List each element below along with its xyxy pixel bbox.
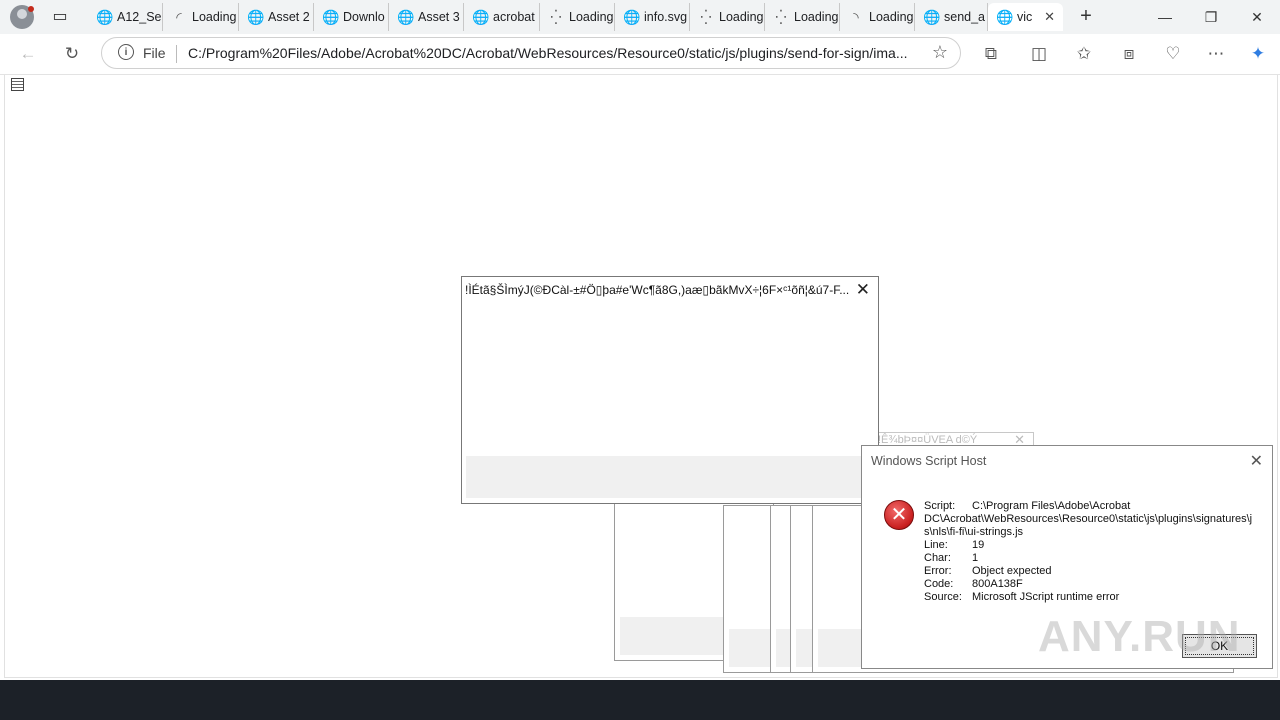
browser-toolbar: ← ↻ i File C:/Program%20Files/Adobe/Acro… bbox=[0, 34, 1280, 75]
tab-10[interactable]: ◝ Loading bbox=[840, 3, 915, 31]
globe-icon: 🌐 bbox=[96, 8, 114, 25]
tab-title: Asset 2 bbox=[268, 10, 310, 24]
favorite-star-icon[interactable]: ☆ bbox=[932, 42, 948, 63]
dialog-title: Windows Script Host bbox=[871, 454, 987, 468]
tab-title: vic bbox=[1017, 10, 1033, 24]
loading-icon: ⁛ bbox=[550, 8, 562, 25]
tab-title: Asset 3 bbox=[418, 10, 460, 24]
url-scheme: File bbox=[143, 45, 166, 61]
close-window-button[interactable]: ✕ bbox=[1242, 6, 1272, 28]
char-value: 1 bbox=[972, 552, 979, 564]
error-details: Script: C:\Program Files\Adobe\Acrobat DC… bbox=[924, 500, 1254, 604]
taskbar bbox=[0, 680, 1280, 720]
tab-12[interactable]: 🌐 vic ✕ bbox=[988, 3, 1063, 31]
close-tab-icon[interactable]: ✕ bbox=[1044, 9, 1055, 25]
tab-8[interactable]: ⁛ Loading bbox=[690, 3, 765, 31]
address-bar[interactable]: i File C:/Program%20Files/Adobe/Acrobat%… bbox=[101, 37, 961, 69]
char-label: Char: bbox=[924, 552, 951, 564]
loading-icon: ⁛ bbox=[775, 8, 787, 25]
globe-icon: 🌐 bbox=[472, 8, 490, 25]
loading-icon: ⁛ bbox=[700, 8, 712, 25]
tab-4[interactable]: 🌐 Asset 3 bbox=[389, 3, 464, 31]
watermark-logo: ANY.RUN bbox=[1038, 612, 1241, 661]
profile-notification-dot bbox=[28, 6, 34, 12]
tab-title: Loading bbox=[192, 10, 237, 24]
tab-title: acrobat bbox=[493, 10, 535, 24]
split-screen-icon[interactable]: ◫ bbox=[1026, 42, 1052, 66]
script-label: Script: bbox=[924, 500, 956, 512]
tab-title: send_a bbox=[944, 10, 986, 24]
globe-icon: 🌐 bbox=[397, 8, 415, 25]
tab-title: info.svg bbox=[644, 10, 688, 24]
globe-icon: 🌐 bbox=[247, 8, 265, 25]
garbled-message-box: !ÌÉtã§ŠÌmýJ(©ÐCàl-±#Ö▯þa#e'Wc¶ã8G,)aæ▯bã… bbox=[461, 276, 879, 504]
code-value: 800A138F bbox=[972, 578, 1023, 590]
new-tab-button[interactable]: + bbox=[1075, 6, 1097, 28]
loading-icon: ◜ bbox=[176, 8, 182, 25]
url-separator bbox=[176, 45, 177, 63]
browser-essentials-icon[interactable]: ♡ bbox=[1160, 42, 1186, 66]
tab-title: Loading bbox=[794, 10, 839, 24]
tab-title: Loading bbox=[719, 10, 764, 24]
globe-icon: 🌐 bbox=[923, 8, 941, 25]
tab-title: A12_Sel bbox=[117, 10, 162, 24]
close-icon[interactable]: ✕ bbox=[1250, 451, 1263, 471]
globe-icon: 🌐 bbox=[623, 8, 641, 25]
script-value-2: DC\Acrobat\WebResources\Resource0\static… bbox=[924, 513, 1253, 538]
extensions-icon[interactable]: ⧉ bbox=[978, 42, 1004, 66]
broken-image-icon bbox=[11, 78, 24, 91]
tab-title: Loading bbox=[569, 10, 614, 24]
minimize-button[interactable]: — bbox=[1150, 6, 1180, 28]
line-label: Line: bbox=[924, 539, 948, 551]
globe-icon: 🌐 bbox=[322, 8, 340, 25]
message-box-title: !ÌÉtã§ŠÌmýJ(©ÐCàl-±#Ö▯þa#e'Wc¶ã8G,)aæ▯bã… bbox=[465, 283, 849, 297]
close-icon[interactable]: ✕ bbox=[856, 280, 870, 300]
error-value: Object expected bbox=[972, 565, 1052, 577]
copilot-icon[interactable]: ✦ bbox=[1245, 42, 1271, 66]
back-arrow-icon[interactable]: ← bbox=[15, 42, 41, 66]
source-label: Source: bbox=[924, 591, 962, 603]
tab-title: Loading bbox=[869, 10, 914, 24]
loading-icon: ◝ bbox=[853, 8, 859, 25]
tab-9[interactable]: ⁛ Loading bbox=[765, 3, 840, 31]
globe-icon: 🌐 bbox=[996, 8, 1014, 25]
tab-2[interactable]: 🌐 Asset 2 bbox=[239, 3, 314, 31]
code-label: Code: bbox=[924, 578, 954, 590]
tab-6[interactable]: ⁛ Loading bbox=[540, 3, 615, 31]
dialog-footer bbox=[466, 456, 874, 498]
tab-5[interactable]: 🌐 acrobat bbox=[464, 3, 540, 31]
collections-icon[interactable]: ⧈ bbox=[1116, 42, 1142, 66]
tab-11[interactable]: 🌐 send_a bbox=[915, 3, 988, 31]
tab-title: Downlo bbox=[343, 10, 385, 24]
source-value: Microsoft JScript runtime error bbox=[972, 591, 1120, 603]
settings-more-icon[interactable]: ⋯ bbox=[1203, 42, 1229, 66]
tab-3[interactable]: 🌐 Downlo bbox=[314, 3, 389, 31]
line-value: 19 bbox=[972, 539, 985, 551]
tab-strip: ▭ 🌐 A12_Sel ◜ Loading 🌐 Asset 2 🌐 Downlo 🌐 Asset … bbox=[0, 0, 1280, 34]
tab-1[interactable]: ◜ Loading bbox=[163, 3, 239, 31]
url-text[interactable]: C:/Program%20Files/Adobe/Acrobat%20DC/Ac… bbox=[188, 45, 913, 61]
refresh-icon[interactable]: ↻ bbox=[59, 42, 85, 66]
error-label: Error: bbox=[924, 565, 952, 577]
script-value-1: C:\Program Files\Adobe\Acrobat bbox=[972, 500, 1131, 512]
tab-actions-icon[interactable]: ▭ bbox=[48, 6, 72, 28]
site-info-icon[interactable]: i bbox=[118, 44, 134, 60]
favorites-icon[interactable]: ✩ bbox=[1071, 42, 1097, 66]
tab-7[interactable]: 🌐 info.svg bbox=[615, 3, 690, 31]
restore-button[interactable]: ❐ bbox=[1196, 6, 1226, 28]
tab-0[interactable]: 🌐 A12_Sel bbox=[88, 3, 163, 31]
error-icon: ✕ bbox=[884, 500, 914, 530]
